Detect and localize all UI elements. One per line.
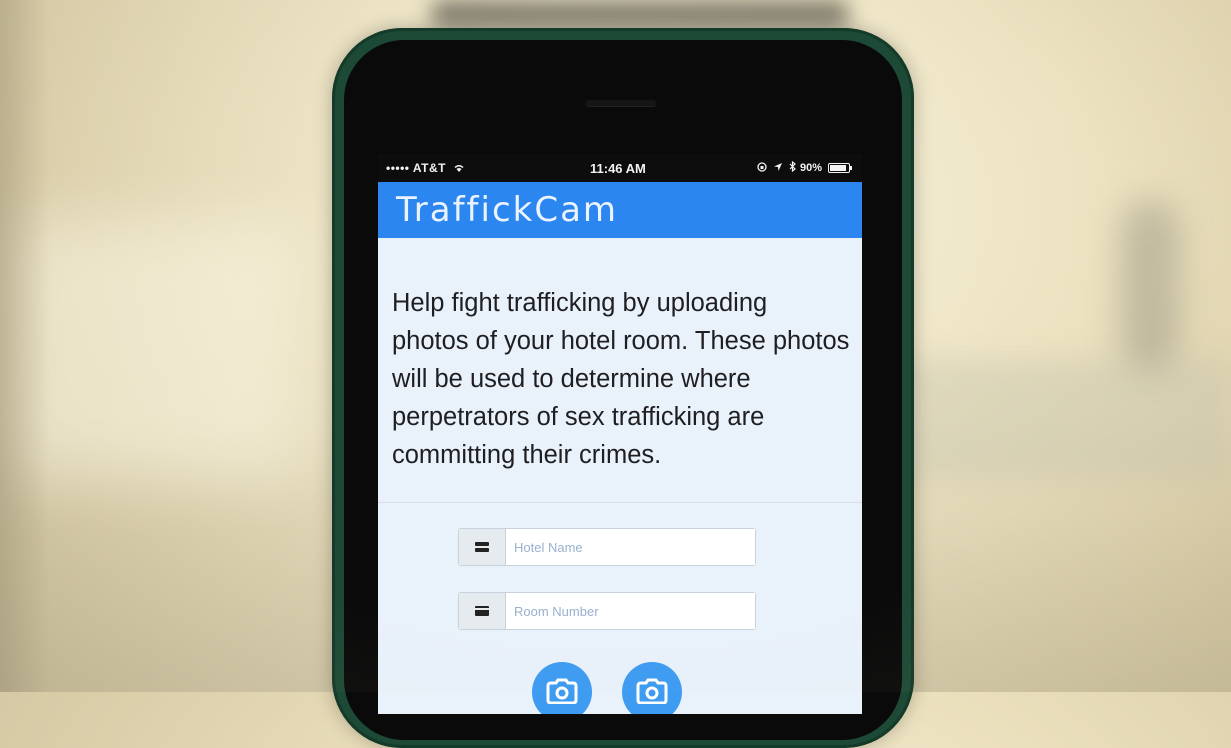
location-arrow-icon: [773, 163, 782, 171]
status-time: 11:46 AM: [590, 161, 646, 176]
app-title: TraffickCam: [396, 190, 619, 230]
battery-nub: [850, 166, 852, 170]
card-icon: [475, 606, 489, 616]
hotel-name-field: [458, 528, 756, 566]
wifi-icon: [454, 165, 464, 172]
building-icon: [475, 542, 489, 552]
earpiece-speaker: [585, 98, 657, 106]
camera-icon: [636, 678, 668, 704]
battery-icon: [828, 163, 852, 173]
room-number-field: [458, 592, 756, 630]
hotel-name-input[interactable]: [506, 529, 755, 565]
intro-description: Help fight trafficking by uploading phot…: [392, 289, 850, 469]
lock-rotation-icon: [757, 162, 767, 172]
background-band: [900, 360, 1231, 480]
carrier-signal: ••••• AT&T: [386, 161, 465, 175]
status-indicators: 90%: [757, 160, 822, 174]
battery-percent: 90%: [799, 162, 822, 174]
carrier-label: ••••• AT&T: [386, 161, 446, 175]
section-divider: [378, 502, 862, 503]
room-number-addon: [459, 593, 506, 629]
room-number-input[interactable]: [506, 593, 755, 629]
camera-icon: [546, 678, 578, 704]
status-bar: ••••• AT&T 11:46 AM 90%: [378, 154, 862, 182]
background-shade: [0, 0, 50, 692]
hotel-name-addon: [459, 529, 506, 565]
battery-level-fill: [830, 165, 846, 171]
app-header: TraffickCam: [378, 182, 862, 238]
bluetooth-icon: [789, 160, 796, 173]
background-object: [1120, 200, 1180, 370]
background-shadow: [430, 0, 850, 28]
upload-photo-button[interactable]: [622, 662, 682, 714]
take-photo-button[interactable]: [532, 662, 592, 714]
phone-screen: ••••• AT&T 11:46 AM 90% TraffickCam Help…: [378, 154, 862, 714]
